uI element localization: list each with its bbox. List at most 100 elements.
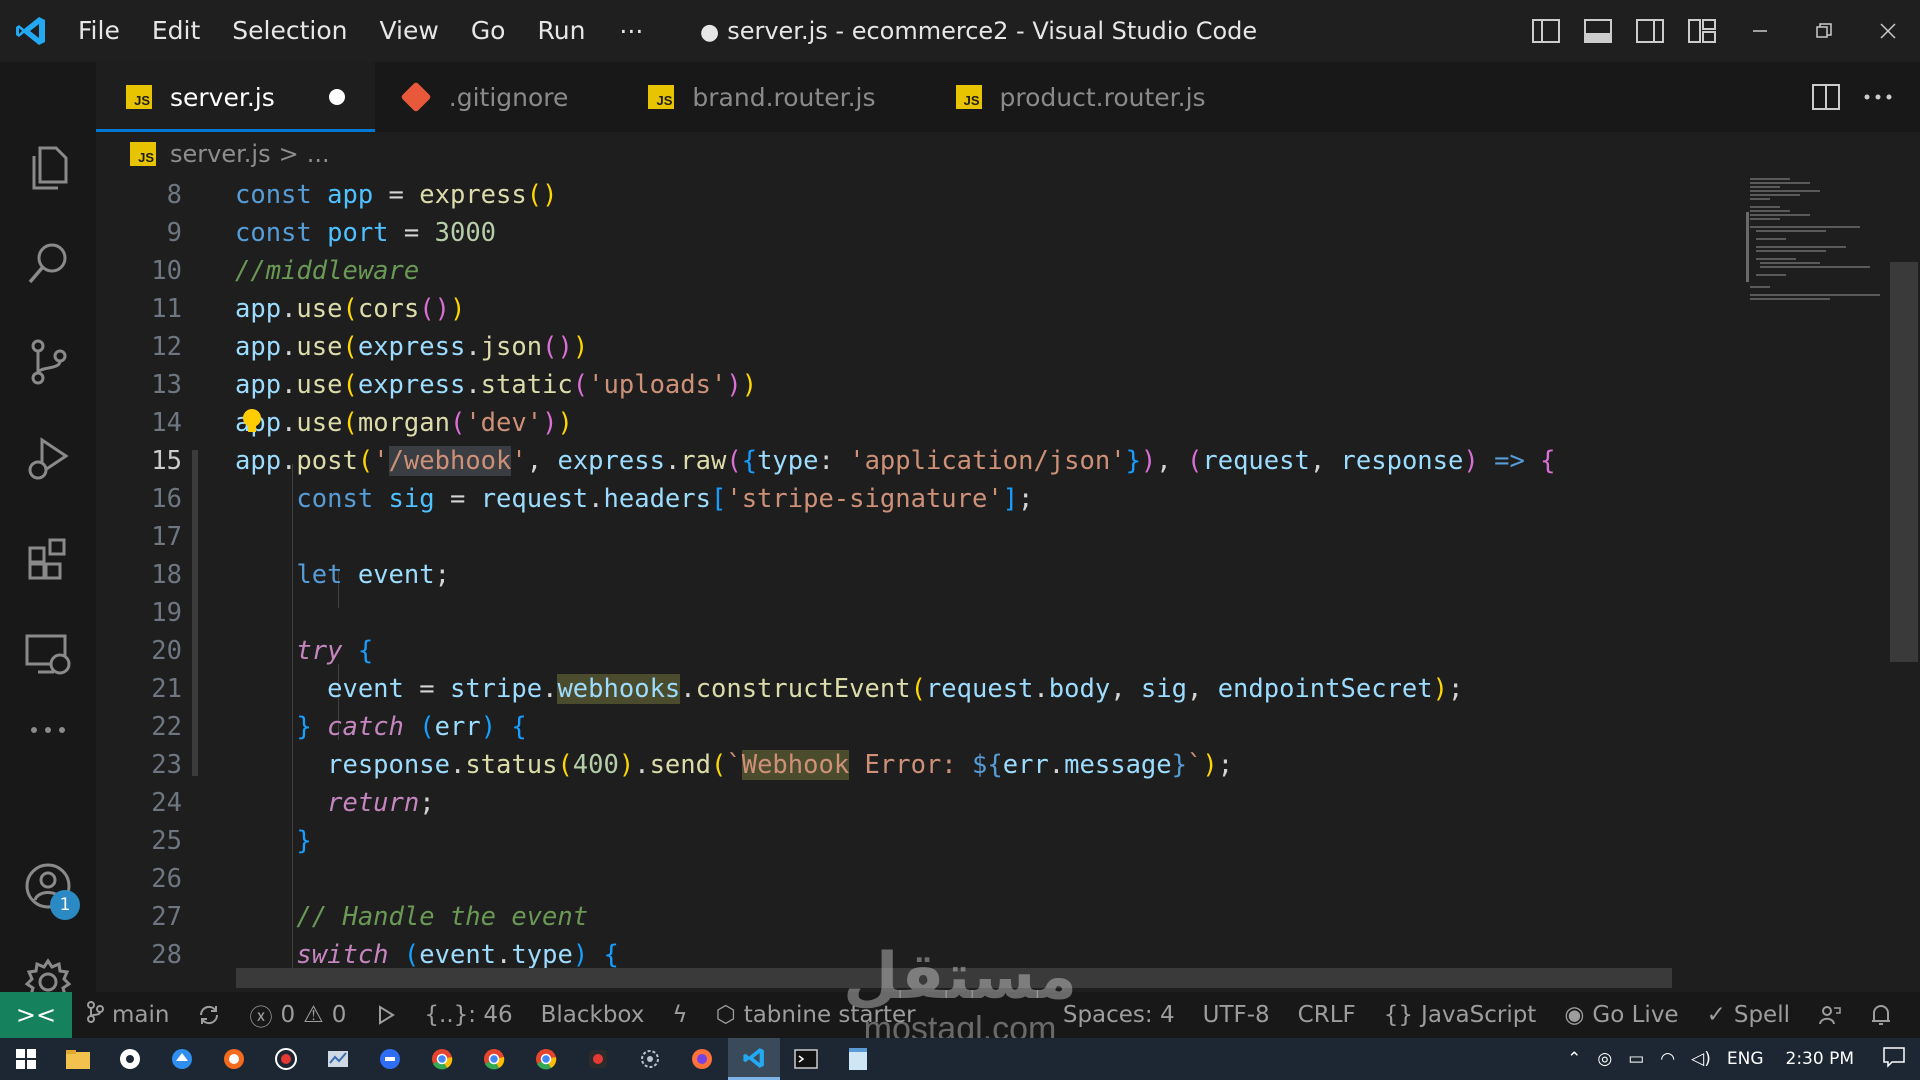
start-windows-icon[interactable]	[0, 1038, 52, 1080]
blackbox-status[interactable]: Blackbox	[527, 1002, 659, 1028]
spell-status[interactable]: ✓ Spell	[1693, 1002, 1804, 1028]
restore-icon[interactable]	[1792, 0, 1856, 62]
explorer-icon[interactable]	[0, 128, 96, 208]
toggle-secondary-sidebar-icon[interactable]	[1628, 13, 1672, 49]
minimap[interactable]	[1746, 176, 1886, 326]
horizontal-scrollbar[interactable]	[236, 968, 1672, 988]
lightbulb-icon[interactable]	[242, 408, 262, 436]
tab-product-router-js[interactable]: JS product.router.js	[906, 62, 1236, 132]
minimize-icon[interactable]	[1728, 0, 1792, 62]
breadcrumb-file[interactable]: server.js	[170, 140, 271, 168]
customize-layout-icon[interactable]	[1680, 13, 1724, 49]
notifications-bell-icon[interactable]	[1856, 1003, 1906, 1027]
eol-status[interactable]: CRLF	[1284, 1002, 1370, 1028]
code-editor[interactable]: 8 const app = express() 9 const port = 300…	[96, 176, 1746, 988]
file-explorer-icon[interactable]	[52, 1038, 104, 1080]
code-line: 15 app.post('/webhook', express.raw({type…	[151, 446, 1556, 476]
firefox-icon[interactable]	[676, 1038, 728, 1080]
toggle-panel-icon[interactable]	[1576, 13, 1620, 49]
editor-tabs: JS server.js .gitignore JS brand.router.…	[96, 62, 1920, 132]
vscode-taskbar-icon[interactable]	[728, 1038, 780, 1080]
menu-edit[interactable]: Edit	[136, 0, 216, 62]
tray-meet-icon[interactable]: ◎	[1597, 1049, 1612, 1069]
remote-explorer-icon[interactable]	[0, 614, 96, 694]
bracket-info[interactable]: {..}: 46	[410, 1002, 526, 1028]
volume-icon[interactable]: ◁)	[1691, 1049, 1711, 1069]
search-icon[interactable]	[0, 224, 96, 304]
app-blue-chat-icon[interactable]	[364, 1038, 416, 1080]
run-debug-icon[interactable]	[0, 418, 96, 498]
app-white-circle-icon[interactable]	[104, 1038, 156, 1080]
indentation-status[interactable]: Spaces: 4	[1049, 1002, 1189, 1028]
problems-indicator[interactable]: ⓧ 0 ⚠ 0	[235, 998, 360, 1032]
battery-icon[interactable]: ▭	[1628, 1049, 1644, 1069]
tab-server-js[interactable]: JS server.js	[96, 62, 375, 132]
notification-center-icon[interactable]	[1882, 1046, 1906, 1073]
unsaved-changes-icon[interactable]	[328, 89, 345, 105]
more-icon[interactable]	[0, 690, 96, 770]
encoding-status[interactable]: UTF-8	[1189, 1002, 1284, 1028]
chrome-icon[interactable]	[468, 1038, 520, 1080]
js-file-icon: JS	[648, 85, 675, 109]
check-icon: ✓	[1706, 1002, 1726, 1028]
app-blue-icon[interactable]	[156, 1038, 208, 1080]
go-live-button[interactable]: ◉ Go Live	[1550, 1002, 1692, 1028]
menu-file[interactable]: File	[62, 0, 136, 62]
broadcast-icon: ◉	[1564, 1002, 1585, 1028]
app-dark-red-icon[interactable]	[572, 1038, 624, 1080]
language-mode[interactable]: {} JavaScript	[1370, 1002, 1551, 1028]
code-line: 19	[151, 598, 182, 628]
menu-more-button[interactable]: ···	[601, 17, 661, 46]
windows-taskbar: ⌃ ◎ ▭ ◠ ◁) ENG 2:30 PM	[0, 1038, 1920, 1080]
activity-bar: 1	[0, 62, 96, 1005]
error-icon: ⓧ	[249, 1005, 273, 1031]
tabnine-status[interactable]: ⬡ tabnine starter	[702, 1002, 930, 1028]
spell-label: Spell	[1733, 1002, 1790, 1028]
chrome-icon[interactable]	[416, 1038, 468, 1080]
terminal-icon[interactable]	[780, 1038, 832, 1080]
recorder-icon[interactable]	[260, 1038, 312, 1080]
lightning-icon[interactable]: ϟ	[658, 1002, 701, 1028]
vertical-scrollbar[interactable]	[1890, 262, 1918, 662]
breadcrumb-rest[interactable]: ...	[307, 140, 330, 168]
tray-chevron-up-icon[interactable]: ⌃	[1567, 1049, 1581, 1069]
code-line: 18 let event;	[151, 560, 450, 590]
window-title: ● server.js - ecommerce2 - Visual Studio …	[700, 0, 1257, 64]
branch-name: main	[112, 1002, 170, 1028]
split-editor-icon[interactable]	[1804, 79, 1848, 115]
code-line: 11 app.use(cors())	[151, 294, 466, 324]
close-icon[interactable]	[1856, 0, 1920, 62]
title-bar: File Edit Selection View Go Run ··· ● ser…	[0, 0, 1920, 62]
app-chart-icon[interactable]	[312, 1038, 364, 1080]
app-orange-icon[interactable]	[208, 1038, 260, 1080]
breadcrumb: JS server.js > ...	[130, 134, 330, 174]
editor-more-actions-icon[interactable]	[1856, 79, 1900, 115]
code-line: 22 } catch (err) {	[151, 712, 527, 742]
code-line: 23 response.status(400).send(`Webhook Er…	[151, 750, 1234, 780]
accounts-icon[interactable]: 1	[0, 846, 96, 926]
tab-gitignore[interactable]: .gitignore	[375, 62, 599, 132]
feedback-icon[interactable]	[1804, 1004, 1856, 1026]
input-language[interactable]: ENG	[1727, 1049, 1764, 1069]
app-gear-icon[interactable]	[624, 1038, 676, 1080]
menu-selection[interactable]: Selection	[216, 0, 363, 62]
clock-time[interactable]: 2:30 PM	[1786, 1049, 1855, 1069]
go-live-label: Go Live	[1592, 1002, 1679, 1028]
menu-go[interactable]: Go	[455, 0, 522, 62]
tabnine-icon: ⬡	[715, 1002, 736, 1028]
tab-label: product.router.js	[999, 82, 1206, 112]
warning-icon: ⚠	[303, 1002, 324, 1028]
source-control-icon[interactable]	[0, 322, 96, 402]
sync-icon[interactable]	[183, 1004, 235, 1026]
run-icon[interactable]	[360, 1004, 410, 1026]
menu-run[interactable]: Run	[521, 0, 601, 62]
wifi-icon[interactable]: ◠	[1660, 1049, 1675, 1069]
chrome-icon[interactable]	[520, 1038, 572, 1080]
toggle-primary-sidebar-icon[interactable]	[1524, 13, 1568, 49]
extensions-icon[interactable]	[0, 518, 96, 598]
menu-view[interactable]: View	[363, 0, 454, 62]
branch-indicator[interactable]: main	[72, 1001, 183, 1029]
remote-indicator-icon[interactable]: ><	[0, 992, 72, 1038]
tab-brand-router-js[interactable]: JS brand.router.js	[598, 62, 905, 132]
notepad-icon[interactable]	[832, 1038, 884, 1080]
